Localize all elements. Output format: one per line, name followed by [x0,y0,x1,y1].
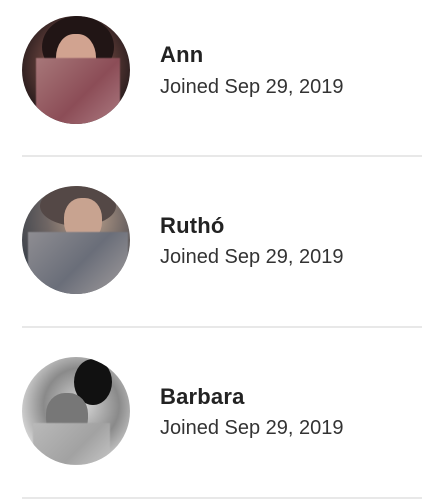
user-name[interactable]: Ruthó [160,213,225,239]
user-list: Ann Joined Sep 29, 2019 Ruthó Joined Sep… [0,0,422,501]
blurred-region [36,58,120,124]
user-row[interactable]: Barbara Joined Sep 29, 2019 [22,328,422,499]
user-avatar[interactable] [22,186,130,294]
user-row[interactable]: Ruthó Joined Sep 29, 2019 [22,157,422,328]
user-avatar[interactable] [22,357,130,465]
user-avatar[interactable] [22,16,130,124]
joined-date: Joined Sep 29, 2019 [160,246,344,268]
joined-date: Joined Sep 29, 2019 [160,417,344,439]
user-name[interactable]: Barbara [160,384,245,410]
user-name[interactable]: Ann [160,42,203,68]
user-row[interactable]: Ann Joined Sep 29, 2019 [22,0,422,157]
joined-date: Joined Sep 29, 2019 [160,76,344,98]
blurred-region [33,423,110,465]
blurred-region [28,232,128,294]
